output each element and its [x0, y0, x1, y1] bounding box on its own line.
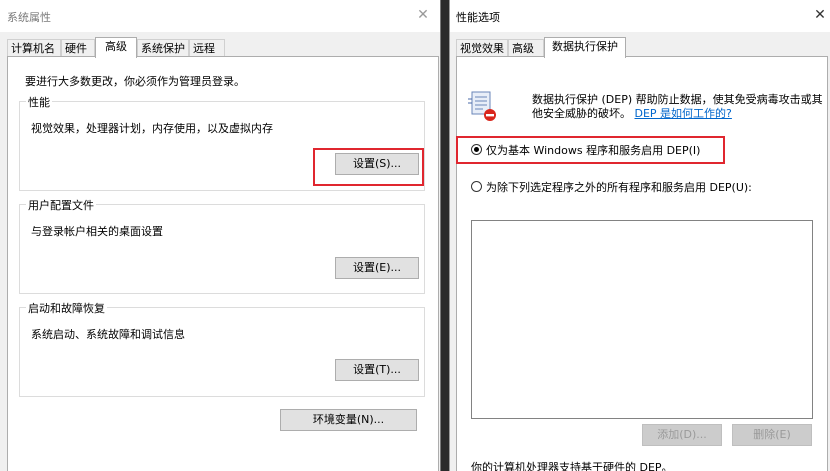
dep-help-link[interactable]: DEP 是如何工作的? — [635, 107, 732, 120]
add-program-button[interactable]: 添加(D)... — [642, 424, 722, 446]
admin-note: 要进行大多数更改，你必须作为管理员登录。 — [25, 75, 245, 88]
startup-recovery-group: 启动和故障恢复 系统启动、系统故障和调试信息 设置(T)... — [19, 300, 425, 397]
dep-description-text: 他安全威胁的破坏。 — [532, 107, 631, 120]
highlight-box — [456, 136, 725, 164]
user-profiles-group-title: 用户配置文件 — [26, 197, 96, 213]
tab-advanced[interactable]: 高级 — [508, 39, 544, 56]
performance-options-window: 性能选项 ✕ 视觉效果 高级 数据执行保护 数据执行保护 (DEP) 帮助防止数… — [449, 0, 830, 471]
window-title: 性能选项 — [456, 11, 500, 24]
dep-description-line2: 他安全威胁的破坏。 DEP 是如何工作的? — [532, 105, 732, 121]
radio-all-except-label[interactable]: 为除下列选定程序之外的所有程序和服务启用 DEP(U): — [486, 179, 752, 195]
window-title: 系统属性 — [7, 11, 51, 24]
tab-advanced[interactable]: 高级 — [95, 37, 137, 58]
user-profiles-description: 与登录帐户相关的桌面设置 — [31, 225, 163, 238]
tab-panel-dep: 数据执行保护 (DEP) 帮助防止数据，使其免受病毒攻击或其 他安全威胁的破坏。… — [456, 56, 828, 471]
program-exclusion-list[interactable] — [471, 220, 813, 419]
environment-variables-button[interactable]: 环境变量(N)... — [280, 409, 417, 431]
tab-data-execution-prevention[interactable]: 数据执行保护 — [544, 37, 626, 58]
radio-all-except[interactable] — [471, 181, 482, 192]
remove-program-button[interactable]: 删除(E) — [732, 424, 812, 446]
tab-remote[interactable]: 远程 — [189, 39, 225, 56]
close-icon[interactable]: ✕ — [414, 6, 432, 24]
user-profiles-group: 用户配置文件 与登录帐户相关的桌面设置 设置(E)... — [19, 197, 425, 294]
performance-group-title: 性能 — [26, 94, 52, 110]
system-properties-window: 系统属性 ✕ 计算机名 硬件 高级 系统保护 远程 要进行大多数更改，你必须作为… — [0, 0, 441, 471]
title-bar: 系统属性 ✕ — [0, 0, 440, 32]
startup-recovery-group-title: 启动和故障恢复 — [26, 300, 107, 316]
highlight-box — [313, 148, 424, 186]
close-icon[interactable]: ✕ — [811, 6, 829, 24]
tab-hardware[interactable]: 硬件 — [61, 39, 95, 56]
startup-recovery-description: 系统启动、系统故障和调试信息 — [31, 328, 185, 341]
tab-computer-name[interactable]: 计算机名 — [7, 39, 61, 56]
hardware-dep-support-text: 你的计算机处理器支持基于硬件的 DEP。 — [471, 461, 673, 471]
tab-panel-advanced: 要进行大多数更改，你必须作为管理员登录。 性能 视觉效果，处理器计划，内存使用，… — [7, 56, 439, 471]
tab-strip: 计算机名 硬件 高级 系统保护 远程 — [7, 37, 440, 58]
tab-system-protection[interactable]: 系统保护 — [137, 39, 189, 56]
tab-visual-effects[interactable]: 视觉效果 — [456, 39, 508, 56]
startup-recovery-settings-button[interactable]: 设置(T)... — [335, 359, 419, 381]
tab-strip: 视觉效果 高级 数据执行保护 — [456, 37, 830, 58]
performance-description: 视觉效果，处理器计划，内存使用，以及虚拟内存 — [31, 122, 273, 135]
title-bar: 性能选项 ✕ — [450, 0, 830, 32]
dep-shield-icon — [468, 91, 496, 121]
user-profiles-settings-button[interactable]: 设置(E)... — [335, 257, 419, 279]
